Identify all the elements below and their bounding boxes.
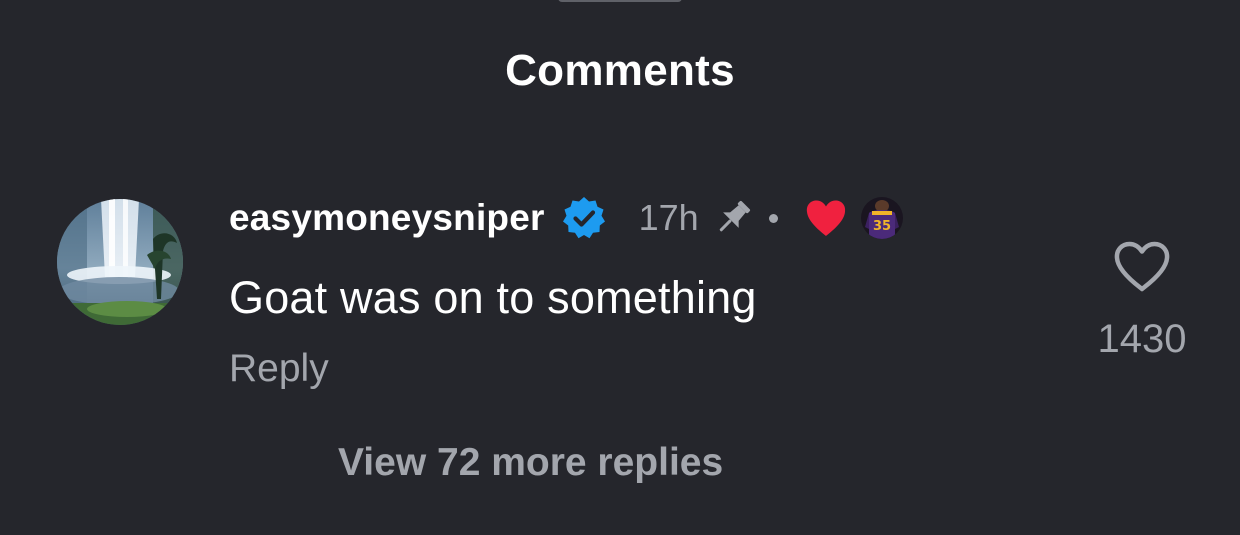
verified-badge-icon [561,195,607,241]
comment-text: Goat was on to something [229,272,757,323]
user-avatar[interactable] [57,199,183,325]
username[interactable]: easymoneysniper [229,197,545,239]
reply-button[interactable]: Reply [229,347,329,391]
comment-meta-row: easymoneysniper 17h 35 [229,193,903,243]
like-column: 1430 [1090,240,1194,362]
svg-text:35: 35 [873,219,891,234]
sheet-drag-handle[interactable] [558,0,682,2]
pin-icon [711,196,755,240]
heart-outline-icon[interactable] [1113,240,1171,294]
meta-separator-dot [768,213,778,223]
sheet-title: Comments [505,46,735,95]
comment-timestamp: 17h [638,197,699,238]
creator-heart-icon [805,199,847,237]
creator-avatar: 35 [860,197,903,239]
like-count: 1430 [1097,317,1187,361]
view-more-replies-button[interactable]: View 72 more replies [338,441,723,485]
